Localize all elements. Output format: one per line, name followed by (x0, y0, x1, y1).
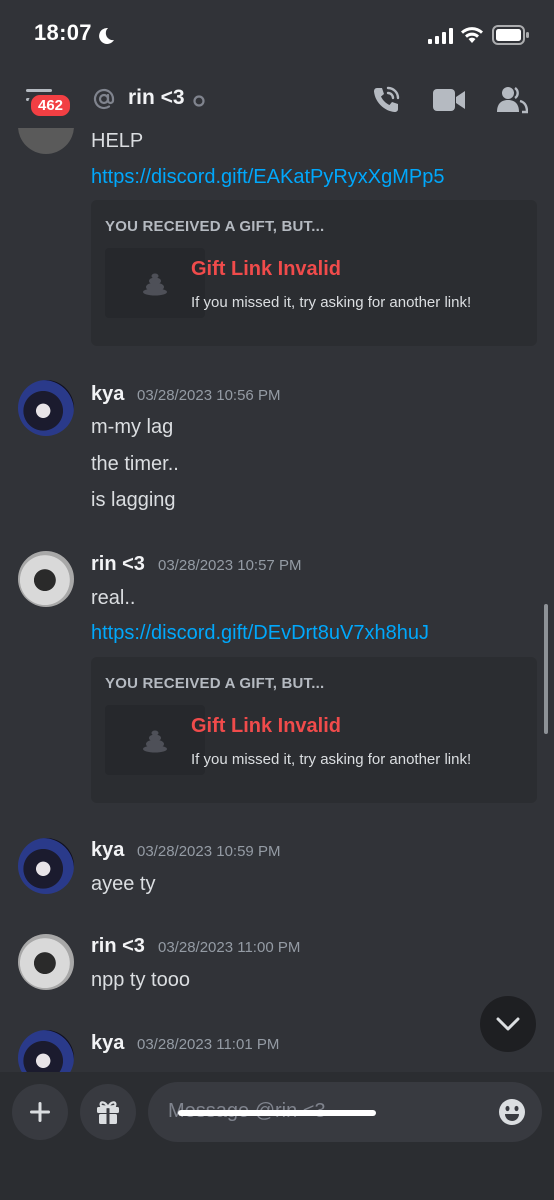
embed-title: YOU RECEIVED A GIFT, BUT... (105, 675, 325, 692)
avatar[interactable] (18, 380, 74, 436)
plus-icon (30, 1102, 50, 1122)
message-text: m-my lag (91, 416, 174, 438)
gift-thumbnail (105, 705, 205, 775)
timestamp: 03/28/2023 10:56 PM (137, 387, 281, 404)
channel-name[interactable]: rin <3 (128, 86, 185, 110)
jump-to-present-button[interactable] (480, 996, 536, 1052)
message-text: is lagging (91, 489, 176, 511)
gift-embed: YOU RECEIVED A GIFT, BUT... Gift Link In… (91, 200, 537, 346)
gift-invalid-heading: Gift Link Invalid (191, 258, 342, 280)
home-indicator (178, 1110, 376, 1116)
avatar[interactable] (18, 551, 74, 607)
channel-header: 462 rin <3 (0, 70, 554, 128)
avatar[interactable] (18, 1030, 74, 1072)
avatar[interactable] (18, 838, 74, 894)
message-composer: Message @rin <3 (0, 1072, 554, 1200)
message-text: ayee ty (91, 873, 156, 895)
gift-placeholder-icon (143, 273, 167, 296)
emoji-icon[interactable] (498, 1098, 526, 1126)
members-icon[interactable] (496, 84, 528, 114)
message-list[interactable]: HELP https://discord.gift/EAKatPyRyxXgMP… (0, 128, 554, 1072)
timestamp: 03/28/2023 10:57 PM (158, 557, 302, 574)
username[interactable]: rin <3 (91, 553, 145, 576)
battery-icon (492, 25, 529, 45)
gift-invalid-subtext: If you missed it, try asking for another… (191, 294, 472, 311)
gift-button[interactable] (80, 1084, 136, 1140)
status-time: 18:07 (34, 20, 92, 45)
avatar[interactable] (18, 934, 74, 990)
embed-title: YOU RECEIVED A GIFT, BUT... (105, 218, 325, 235)
message-text: npp ty tooo (91, 969, 190, 991)
gift-placeholder-icon (143, 730, 167, 753)
gift-embed: YOU RECEIVED A GIFT, BUT... Gift Link In… (91, 657, 537, 803)
add-attachment-button[interactable] (12, 1084, 68, 1140)
message-text: HELP (91, 130, 144, 152)
username[interactable]: kya (91, 839, 124, 862)
call-icon[interactable] (370, 84, 402, 116)
gift-thumbnail (105, 248, 205, 318)
gift-invalid-heading: Gift Link Invalid (191, 715, 342, 737)
gift-link[interactable]: https://discord.gift/EAKatPyRyxXgMPp5 (91, 166, 445, 189)
gift-icon (97, 1101, 119, 1124)
status-icon (193, 95, 205, 107)
gift-link[interactable]: https://discord.gift/DEvDrt8uV7xh8huJ (91, 622, 429, 645)
wifi-icon (461, 27, 483, 43)
chevron-down-icon (496, 1017, 520, 1031)
gift-invalid-subtext: If you missed it, try asking for another… (191, 751, 472, 768)
username[interactable]: kya (91, 1032, 124, 1055)
message-text: the timer.. (91, 453, 179, 475)
status-bar: 18:07 (0, 0, 554, 70)
scrollbar[interactable] (544, 604, 548, 734)
username[interactable]: kya (91, 383, 124, 406)
timestamp: 03/28/2023 11:01 PM (137, 1036, 280, 1053)
timestamp: 03/28/2023 11:00 PM (158, 939, 301, 956)
unread-badge: 462 (28, 92, 74, 119)
timestamp: 03/28/2023 10:59 PM (137, 843, 281, 860)
username[interactable]: rin <3 (91, 935, 145, 958)
video-icon[interactable] (432, 87, 466, 113)
at-icon (93, 88, 115, 110)
message-text: real.. (91, 587, 136, 609)
avatar[interactable] (18, 128, 74, 154)
moon-icon (99, 27, 114, 44)
signal-icon (428, 28, 453, 44)
